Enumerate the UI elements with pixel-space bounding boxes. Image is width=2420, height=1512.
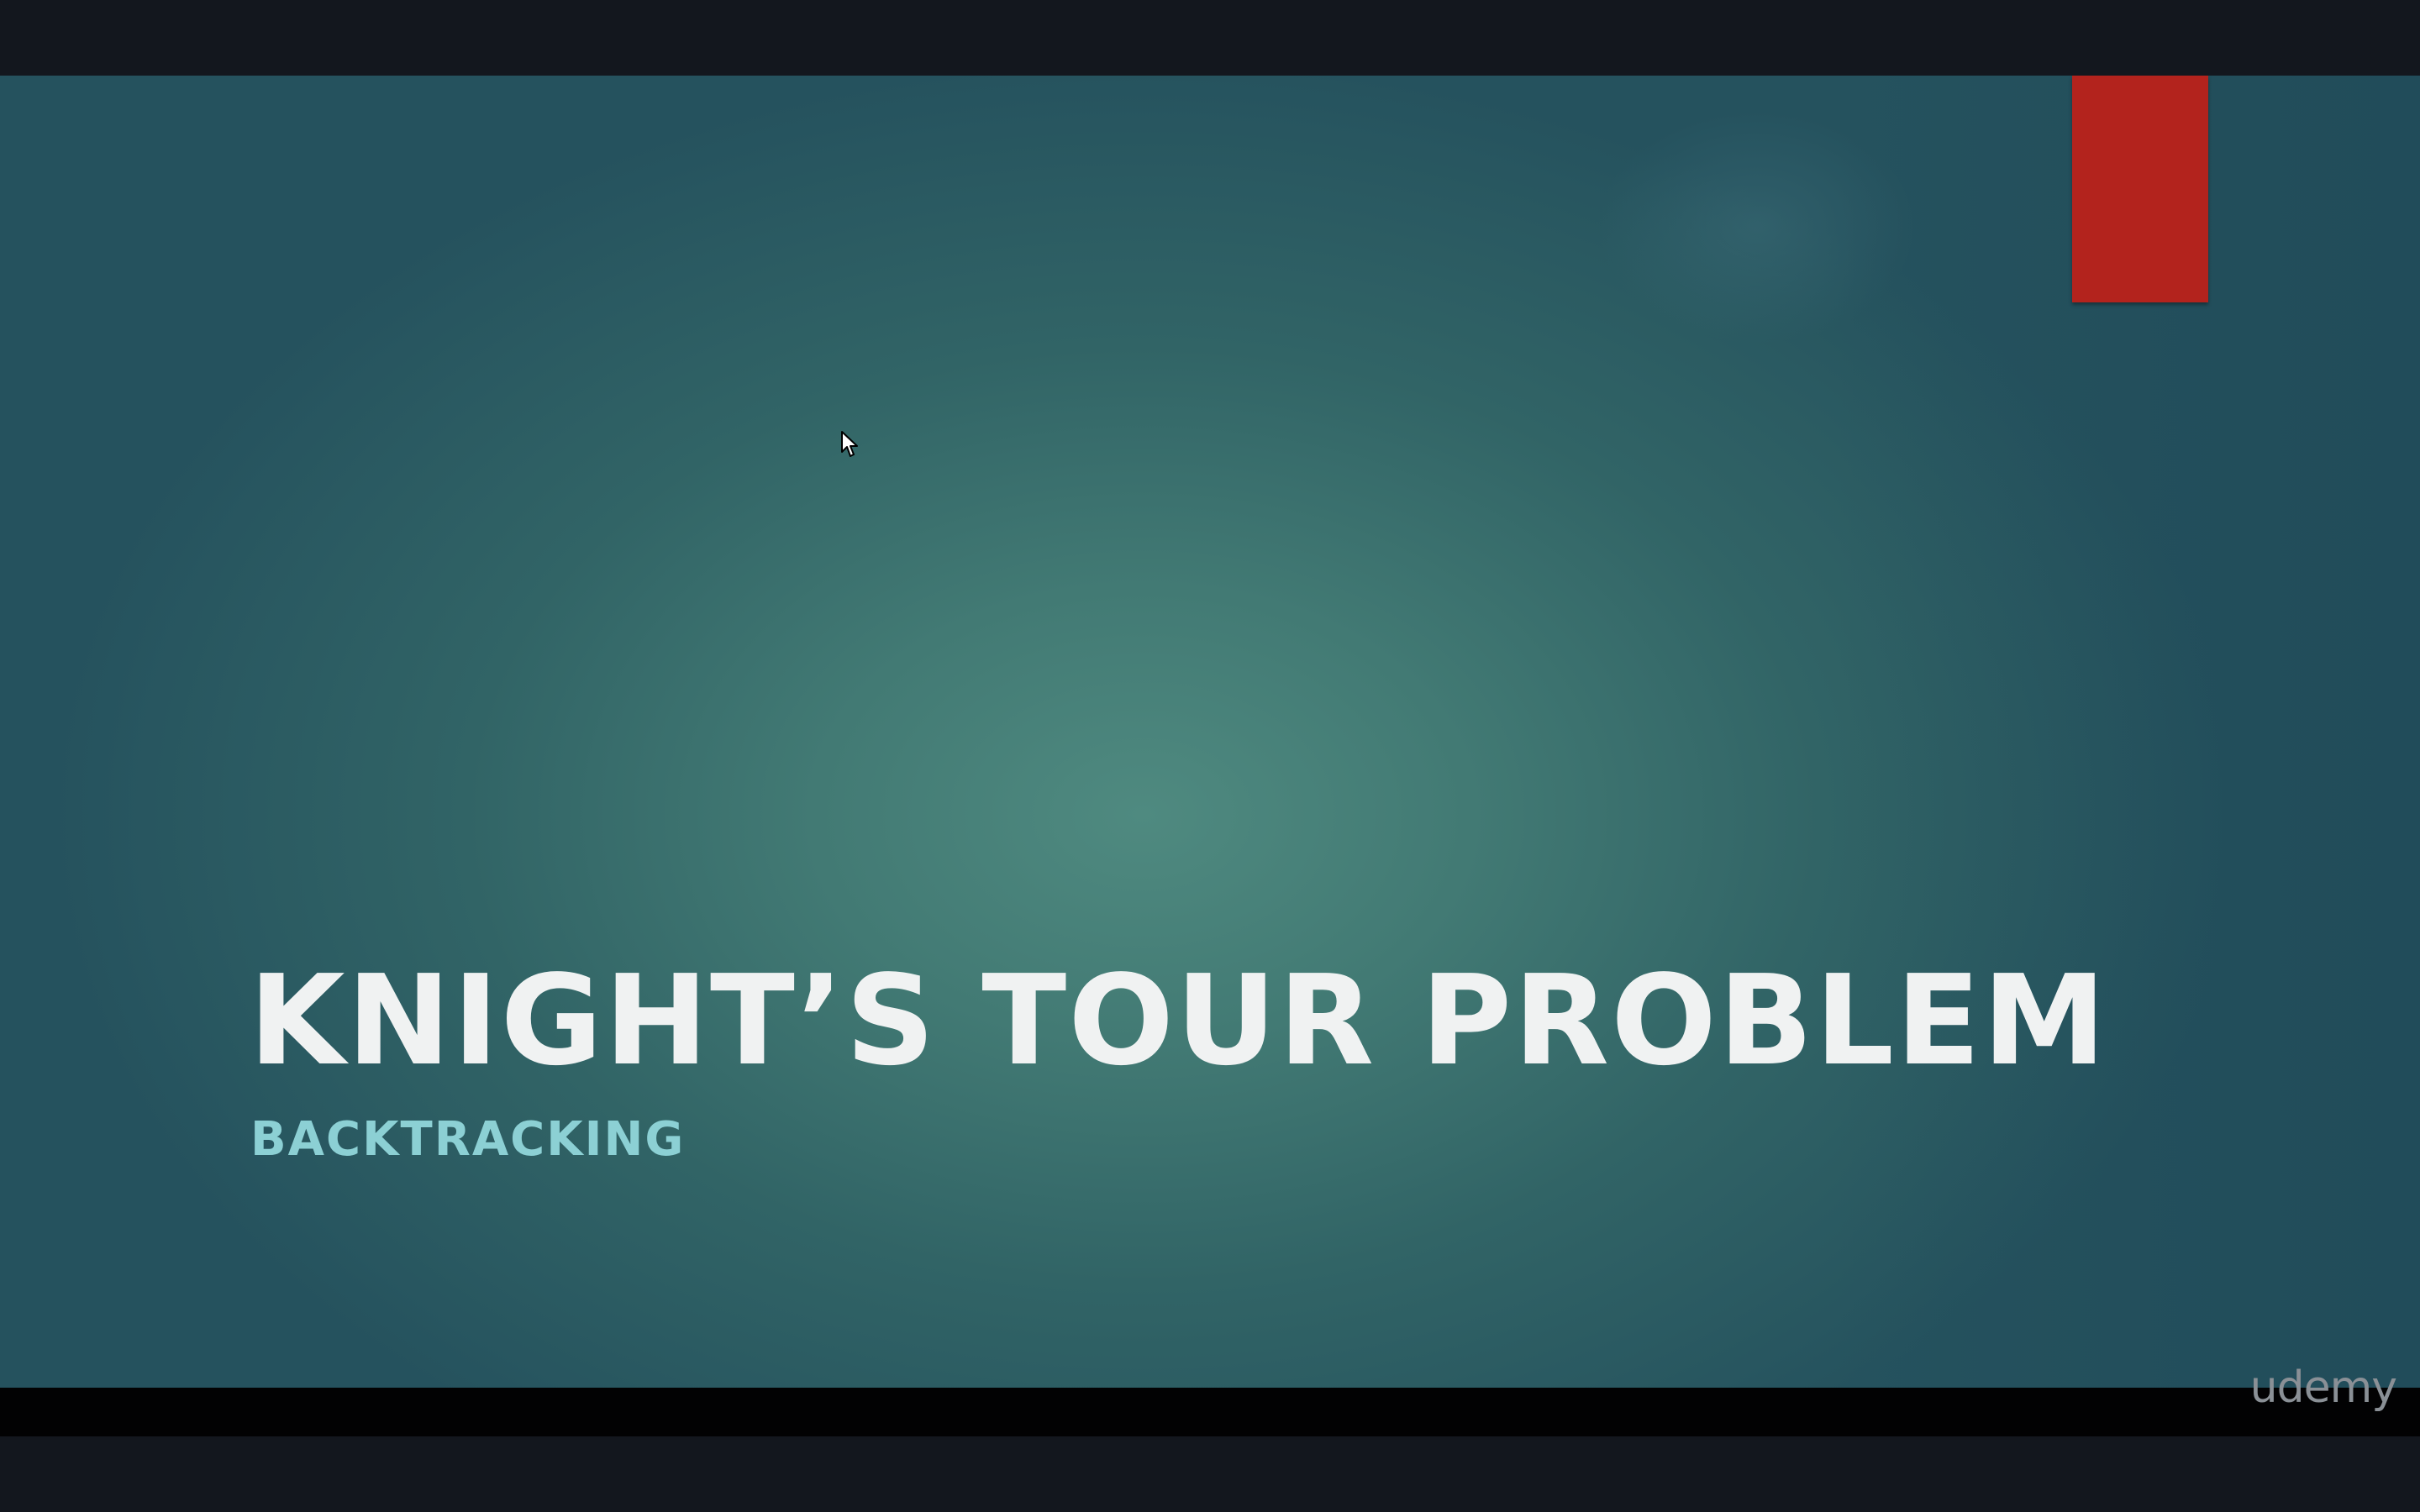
presentation-slide: KNIGHT’S TOUR PROBLEM BACKTRACKING	[0, 76, 2420, 1388]
slide-subtitle: BACKTRACKING	[250, 1112, 686, 1167]
mouse-cursor-icon	[841, 431, 858, 457]
udemy-watermark: udemy	[2249, 1362, 2397, 1413]
slide-title: KNIGHT’S TOUR PROBLEM	[249, 948, 2108, 1093]
bottom-letterbox	[0, 1436, 2420, 1512]
top-letterbox	[0, 0, 2420, 76]
red-accent-tab	[2072, 76, 2208, 302]
video-bottom-bar	[0, 1388, 2420, 1436]
